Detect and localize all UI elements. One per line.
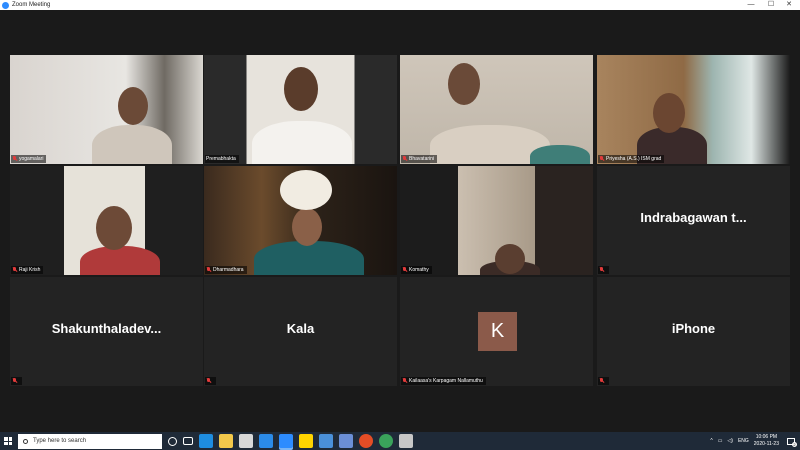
participant-tile-shakunthaladevi[interactable]: Shakunthaladev...	[10, 277, 203, 386]
participant-tile-priyesha[interactable]: Priyesha (A.S.) ISM grad	[597, 55, 790, 164]
participant-tile-raji-krish[interactable]: Raji Krish	[10, 166, 203, 275]
participant-name-tag	[205, 377, 216, 385]
notification-center-icon[interactable]: 2	[787, 437, 797, 447]
taskbar-clock[interactable]: 10:06 PM 2020-11-23	[754, 434, 779, 448]
participant-tile-komathy[interactable]: Komathy	[400, 166, 593, 275]
participant-video	[400, 55, 593, 164]
taskbar-apps	[168, 434, 419, 448]
language-indicator[interactable]: ENG	[738, 438, 749, 444]
participant-video	[204, 166, 397, 275]
participant-tile-kailaasa[interactable]: K Kailaasa's Karpagam Nallamuthu	[400, 277, 593, 386]
participant-name-tag: Kailaasa's Karpagam Nallamuthu	[401, 377, 486, 385]
zoom-logo-icon	[2, 1, 9, 9]
participant-tile-iphone[interactable]: iPhone	[597, 277, 790, 386]
muted-mic-icon	[599, 378, 604, 384]
participant-name-tag: Dharmadhara	[205, 266, 247, 274]
chrome-icon[interactable]	[359, 434, 373, 448]
participant-video	[400, 166, 593, 275]
participant-tile-yogamalari[interactable]: yogamalari	[10, 55, 203, 164]
participant-display-name: Shakunthaladev...	[51, 321, 162, 336]
volume-icon[interactable]: ◁)	[727, 438, 733, 444]
participant-name-tag: Raji Krish	[11, 266, 44, 274]
muted-mic-icon	[402, 156, 407, 162]
participant-avatar: K	[478, 312, 517, 351]
participant-tile-premabhakta[interactable]: Premabhakta	[204, 55, 397, 164]
muted-mic-icon	[12, 267, 17, 273]
app-icon-green[interactable]	[379, 434, 393, 448]
edge-icon[interactable]	[199, 434, 213, 448]
zoom-app-icon[interactable]	[279, 434, 293, 448]
participant-name-tag: Priyesha (A.S.) ISM grad	[598, 155, 665, 163]
participant-name-tag	[598, 266, 609, 274]
cortana-icon[interactable]	[168, 436, 177, 446]
window-title: Zoom Meeting	[12, 2, 51, 8]
participant-tile-kala[interactable]: Kala	[204, 277, 397, 386]
participant-display-name: Kala	[286, 321, 315, 336]
muted-mic-icon	[206, 378, 211, 384]
notepad-icon[interactable]	[399, 434, 413, 448]
taskbar-search-box[interactable]: Type here to search	[18, 433, 162, 449]
tray-chevron-icon[interactable]: ^	[710, 438, 712, 444]
task-view-icon[interactable]	[183, 437, 193, 445]
participant-video	[597, 55, 790, 164]
participant-name-tag: yogamalari	[11, 155, 47, 163]
muted-mic-icon	[599, 267, 604, 273]
file-explorer-icon[interactable]	[219, 434, 233, 448]
participant-tile-indrabagawan[interactable]: Indrabagawan t...	[597, 166, 790, 275]
store-icon[interactable]	[239, 434, 253, 448]
muted-mic-icon	[402, 267, 407, 273]
participant-display-name: Indrabagawan t...	[640, 210, 747, 225]
window-titlebar: Zoom Meeting — ☐ ✕	[0, 0, 800, 10]
notification-count: 2	[792, 441, 797, 447]
participant-name-tag: Premabhakta	[205, 155, 239, 163]
gallery-view: yogamalari Premabhakta Bhavatarini Priye…	[0, 10, 800, 432]
muted-mic-icon	[402, 378, 407, 384]
clock-time: 10:06 PM	[755, 434, 778, 440]
start-button[interactable]	[0, 432, 16, 450]
windows-logo-icon	[4, 437, 12, 445]
photos-icon[interactable]	[319, 434, 333, 448]
muted-mic-icon	[12, 378, 17, 384]
app-icon[interactable]	[339, 434, 353, 448]
participant-video	[10, 55, 203, 164]
participant-video	[10, 166, 203, 275]
mail-icon[interactable]	[259, 434, 273, 448]
clock-date: 2020-11-23	[753, 441, 779, 447]
participant-name-tag: Bhavatarini	[401, 155, 438, 163]
participant-video	[204, 55, 397, 164]
participant-name-tag: Komathy	[401, 266, 432, 274]
search-icon	[23, 438, 28, 444]
participant-display-name: iPhone	[671, 321, 716, 336]
sticky-notes-icon[interactable]	[299, 434, 313, 448]
minimize-button[interactable]: —	[740, 0, 762, 10]
muted-mic-icon	[12, 156, 17, 162]
network-icon[interactable]: ▭	[718, 438, 723, 444]
close-button[interactable]: ✕	[778, 0, 800, 10]
muted-mic-icon	[206, 267, 211, 273]
participant-tile-dharmadhara[interactable]: Dharmadhara	[204, 166, 397, 275]
participant-name-tag	[598, 377, 609, 385]
participant-tile-bhavatarini[interactable]: Bhavatarini	[400, 55, 593, 164]
windows-taskbar: Type here to search ^ ▭ ◁) ENG 10:06 PM …	[0, 432, 800, 450]
system-tray: ^ ▭ ◁) ENG 10:06 PM 2020-11-23 2	[710, 432, 800, 450]
participant-name-tag	[11, 377, 22, 385]
muted-mic-icon	[599, 156, 604, 162]
